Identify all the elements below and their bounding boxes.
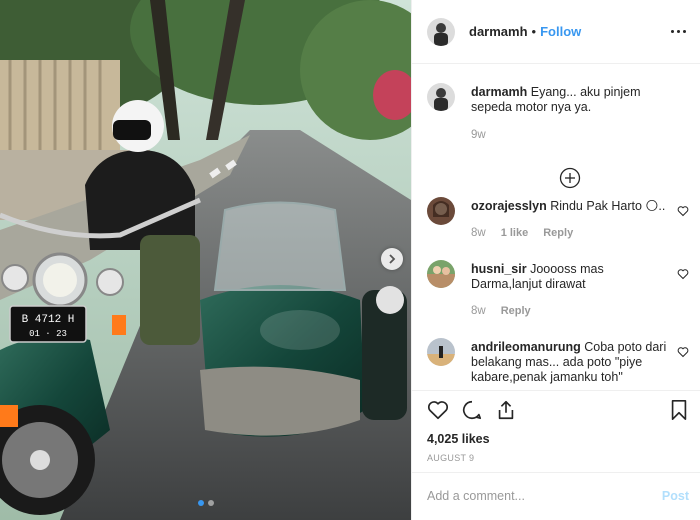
- reply-button[interactable]: Reply: [501, 305, 531, 317]
- post-header: darmamh • Follow: [412, 0, 700, 64]
- avatar[interactable]: [427, 17, 455, 46]
- follow-button[interactable]: Follow: [540, 24, 581, 39]
- comment-composer: Add a comment... Post: [412, 472, 700, 520]
- post-comment-button[interactable]: Post: [662, 489, 689, 503]
- list-item: husni_sir Jooooss mas Darma,lanjut diraw…: [427, 260, 689, 320]
- comment-time[interactable]: 9w: [471, 129, 486, 141]
- comment-bubble-icon[interactable]: [461, 399, 483, 421]
- post-date: AUGUST 9: [427, 453, 475, 463]
- more-icon[interactable]: [671, 30, 686, 33]
- comment-input[interactable]: Add a comment...: [427, 489, 525, 503]
- avatar[interactable]: [427, 260, 455, 288]
- comment-meta: 9w: [471, 129, 486, 141]
- separator-dot: •: [531, 24, 537, 39]
- post-panel: darmamh • Follow darmamh Eyang... aku pi…: [411, 0, 700, 520]
- carousel-next-button[interactable]: [381, 248, 403, 270]
- motorcycle-sidecar-photo: B 4712 H 01 · 23: [0, 0, 411, 520]
- comment-username[interactable]: andrileomanurung: [471, 340, 581, 354]
- avatar[interactable]: [427, 338, 455, 366]
- plate-line-1: B 4712 H: [22, 314, 75, 326]
- post-photo[interactable]: B 4712 H 01 · 23: [0, 0, 411, 520]
- comment-meta: 8w Reply: [471, 305, 531, 317]
- plate-line-2: 01 · 23: [29, 329, 67, 339]
- carousel-dot-active: [197, 500, 204, 506]
- heart-icon[interactable]: [677, 268, 689, 280]
- list-item: andrileomanurung Coba poto dari belakang…: [427, 338, 689, 390]
- heart-icon[interactable]: [677, 346, 689, 358]
- likes-count[interactable]: 4,025 likes: [427, 432, 490, 446]
- load-more-comments-icon[interactable]: [559, 167, 581, 189]
- comment-text: andrileomanurung Coba poto dari belakang…: [471, 340, 671, 385]
- comment-time[interactable]: 8w: [471, 227, 486, 239]
- comment-text: ozorajesslyn Rindu Pak Harto 🌕..: [471, 199, 671, 214]
- carousel-dots: [0, 500, 411, 506]
- comment-text: husni_sir Jooooss mas Darma,lanjut diraw…: [471, 262, 671, 292]
- comment-likes[interactable]: 1 like: [501, 227, 529, 239]
- share-icon[interactable]: [495, 399, 517, 421]
- caption-comment: darmamh Eyang... aku pinjem sepeda motor…: [427, 83, 689, 193]
- post-actions: 4,025 likes AUGUST 9: [412, 390, 700, 472]
- list-item: ozorajesslyn Rindu Pak Harto 🌕.. 8w 1 li…: [427, 197, 689, 247]
- comment-username[interactable]: husni_sir: [471, 262, 527, 276]
- comment-content: Rindu Pak Harto 🌕..: [550, 199, 666, 213]
- carousel-dot: [207, 500, 214, 506]
- heart-icon[interactable]: [677, 205, 689, 217]
- bookmark-icon[interactable]: [669, 399, 689, 421]
- like-heart-icon[interactable]: [427, 399, 449, 421]
- avatar[interactable]: [427, 197, 455, 225]
- comment-username[interactable]: darmamh: [471, 85, 527, 99]
- comments-list[interactable]: darmamh Eyang... aku pinjem sepeda motor…: [412, 65, 700, 390]
- comment-text: darmamh Eyang... aku pinjem sepeda motor…: [471, 85, 671, 115]
- chevron-right-icon: [389, 254, 396, 264]
- post-author-username[interactable]: darmamh: [469, 24, 528, 39]
- reply-button[interactable]: Reply: [543, 227, 573, 239]
- avatar[interactable]: [427, 83, 455, 111]
- comment-meta: 8w 1 like Reply: [471, 227, 573, 239]
- action-icons: [427, 399, 689, 425]
- comment-username[interactable]: ozorajesslyn: [471, 199, 547, 213]
- comment-time[interactable]: 8w: [471, 305, 486, 317]
